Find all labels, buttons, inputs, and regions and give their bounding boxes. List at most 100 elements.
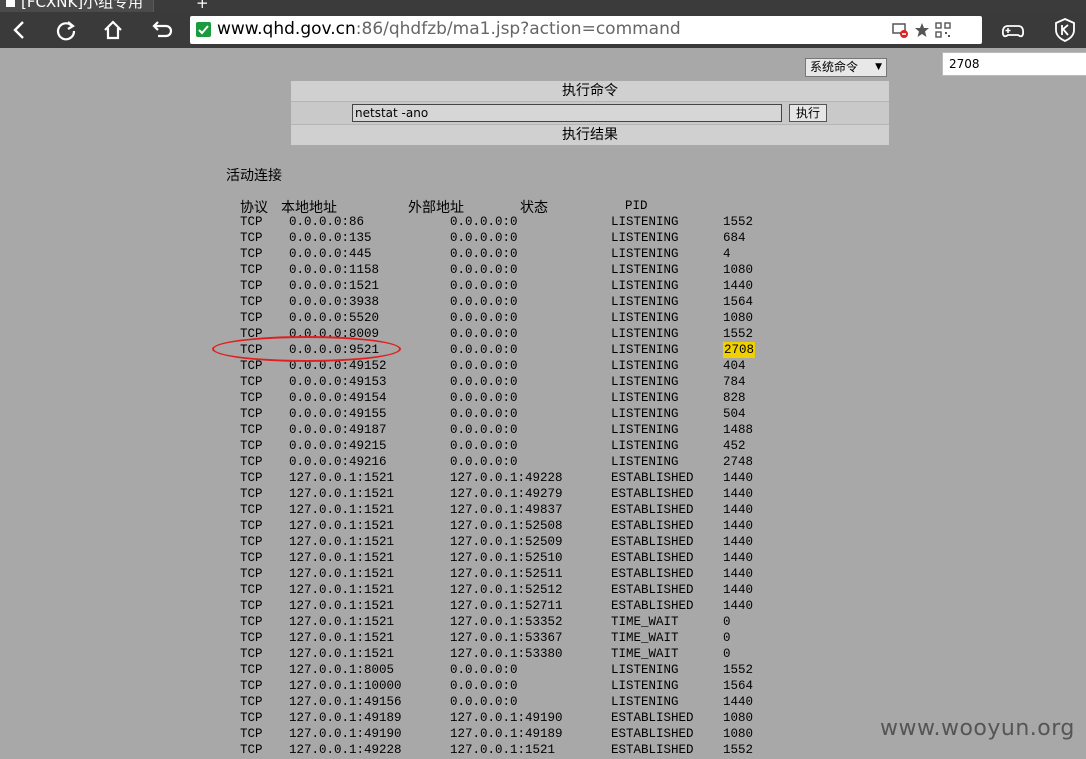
star-icon[interactable] — [914, 22, 930, 38]
cell-protocol: TCP — [240, 279, 263, 293]
cell-pid: 784 — [723, 375, 746, 389]
find-in-page-input[interactable]: 2708 — [942, 52, 1086, 76]
cell-foreign-address: 0.0.0.0:0 — [450, 327, 518, 341]
cell-foreign-address: 0.0.0.0:0 — [450, 391, 518, 405]
table-row: TCP 127.0.0.1:1521 127.0.0.1:52512 ESTABLIS… — [240, 582, 760, 598]
cell-foreign-address: 0.0.0.0:0 — [450, 343, 518, 357]
table-row: TCP 127.0.0.1:1521 127.0.0.1:52711 ESTABLIS… — [240, 598, 760, 614]
page-icon — [6, 0, 15, 7]
blocked-popup-icon[interactable] — [892, 22, 908, 38]
cell-local-address: 127.0.0.1:10000 — [289, 679, 402, 693]
cell-state: ESTABLISHED — [611, 519, 694, 533]
cell-foreign-address: 0.0.0.0:0 — [450, 375, 518, 389]
cell-pid: 1440 — [723, 279, 754, 293]
cell-foreign-address: 127.0.0.1:49228 — [450, 471, 563, 485]
cell-protocol: TCP — [240, 695, 263, 709]
table-row: TCP 0.0.0.0:1158 0.0.0.0:0 LISTENING 1080 — [240, 262, 760, 278]
cell-local-address: 0.0.0.0:5520 — [289, 311, 380, 325]
address-bar[interactable]: www.qhd.gov.cn:86/qhdfzb/ma1.jsp?action=… — [190, 16, 982, 44]
table-row: TCP 127.0.0.1:1521 127.0.0.1:53380 TIME_WAI… — [240, 646, 760, 662]
cell-foreign-address: 0.0.0.0:0 — [450, 311, 518, 325]
cell-state: LISTENING — [611, 695, 679, 709]
cell-pid: 1552 — [723, 663, 754, 677]
tab-strip: [FCXNK]小组专用 + — [0, 0, 1086, 12]
cell-state: ESTABLISHED — [611, 551, 694, 565]
cell-state: LISTENING — [611, 231, 679, 245]
result-header: 执行结果 — [291, 125, 889, 145]
cell-protocol: TCP — [240, 455, 263, 469]
cell-protocol: TCP — [240, 567, 263, 581]
cell-state: ESTABLISHED — [611, 567, 694, 581]
cell-foreign-address: 127.0.0.1:52512 — [450, 583, 563, 597]
cell-foreign-address: 0.0.0.0:0 — [450, 263, 518, 277]
cell-local-address: 127.0.0.1:1521 — [289, 631, 395, 645]
cell-local-address: 0.0.0.0:49216 — [289, 455, 387, 469]
cell-state: TIME_WAIT — [611, 647, 679, 661]
cell-foreign-address: 0.0.0.0:0 — [450, 407, 518, 421]
cell-local-address: 127.0.0.1:1521 — [289, 615, 395, 629]
command-input[interactable]: netstat -ano — [352, 104, 782, 122]
cell-protocol: TCP — [240, 727, 263, 741]
cell-state: LISTENING — [611, 679, 679, 693]
execute-button[interactable]: 执行 — [789, 104, 827, 122]
browser-toolbar: www.qhd.gov.cn:86/qhdfzb/ma1.jsp?action=… — [0, 12, 1086, 48]
gamepad-icon[interactable] — [998, 16, 1028, 44]
cell-foreign-address: 127.0.0.1:52509 — [450, 535, 563, 549]
cell-state: LISTENING — [611, 295, 679, 309]
reload-icon[interactable] — [52, 16, 80, 44]
cell-local-address: 127.0.0.1:1521 — [289, 519, 395, 533]
undo-icon[interactable] — [146, 16, 174, 44]
dropdown-arrow-icon: ▼ — [875, 62, 882, 72]
cell-pid: 2708 — [723, 342, 756, 358]
home-icon[interactable] — [99, 16, 127, 44]
cell-local-address: 127.0.0.1:1521 — [289, 647, 395, 661]
cell-pid: 0 — [723, 615, 731, 629]
command-type-select[interactable]: 系统命令 ▼ — [805, 58, 887, 77]
cell-local-address: 0.0.0.0:49154 — [289, 391, 387, 405]
cell-foreign-address: 127.0.0.1:52510 — [450, 551, 563, 565]
new-tab-button[interactable]: + — [196, 0, 209, 12]
cell-state: LISTENING — [611, 327, 679, 341]
url-text: www.qhd.gov.cn:86/qhdfzb/ma1.jsp?action=… — [217, 19, 681, 39]
cell-pid: 1080 — [723, 711, 754, 725]
table-row: TCP 0.0.0.0:86 0.0.0.0:0 LISTENING 1552 — [240, 214, 760, 230]
back-icon[interactable] — [6, 16, 34, 44]
table-row: TCP 127.0.0.1:49156 0.0.0.0:0 LISTENING 1440 — [240, 694, 760, 710]
cell-protocol: TCP — [240, 215, 263, 229]
cell-pid: 1440 — [723, 583, 754, 597]
cell-protocol: TCP — [240, 471, 263, 485]
cell-protocol: TCP — [240, 503, 263, 517]
cell-foreign-address: 0.0.0.0:0 — [450, 215, 518, 229]
cell-foreign-address: 0.0.0.0:0 — [450, 359, 518, 373]
cell-protocol: TCP — [240, 615, 263, 629]
table-row: TCP 127.0.0.1:49228 127.0.0.1:1521 ESTABLIS… — [240, 742, 760, 758]
cell-protocol: TCP — [240, 535, 263, 549]
cell-protocol: TCP — [240, 439, 263, 453]
url-path: :86/qhdfzb/ma1.jsp?action=command — [355, 19, 681, 39]
cell-pid: 1488 — [723, 423, 754, 437]
cell-protocol: TCP — [240, 311, 263, 325]
shield-k-icon[interactable] — [1050, 16, 1080, 44]
cell-local-address: 0.0.0.0:3938 — [289, 295, 380, 309]
browser-tab[interactable]: [FCXNK]小组专用 — [0, 0, 155, 12]
cell-foreign-address: 127.0.0.1:53380 — [450, 647, 563, 661]
cell-foreign-address: 127.0.0.1:49837 — [450, 503, 563, 517]
cell-state: LISTENING — [611, 439, 679, 453]
table-row: TCP 0.0.0.0:445 0.0.0.0:0 LISTENING 4 — [240, 246, 760, 262]
cell-state: LISTENING — [611, 391, 679, 405]
cell-foreign-address: 0.0.0.0:0 — [450, 279, 518, 293]
cell-protocol: TCP — [240, 263, 263, 277]
cell-state: LISTENING — [611, 423, 679, 437]
cell-pid: 1080 — [723, 311, 754, 325]
cell-foreign-address: 0.0.0.0:0 — [450, 423, 518, 437]
table-row: TCP 127.0.0.1:1521 127.0.0.1:53352 TIME_WAI… — [240, 614, 760, 630]
cell-pid: 2748 — [723, 455, 754, 469]
cell-foreign-address: 127.0.0.1:52508 — [450, 519, 563, 533]
cell-pid: 1080 — [723, 263, 754, 277]
cell-foreign-address: 0.0.0.0:0 — [450, 295, 518, 309]
cell-protocol: TCP — [240, 487, 263, 501]
cell-foreign-address: 127.0.0.1:1521 — [450, 743, 556, 757]
qr-code-icon[interactable] — [935, 22, 951, 38]
section-title: 活动连接 — [226, 168, 282, 184]
cell-protocol: TCP — [240, 407, 263, 421]
